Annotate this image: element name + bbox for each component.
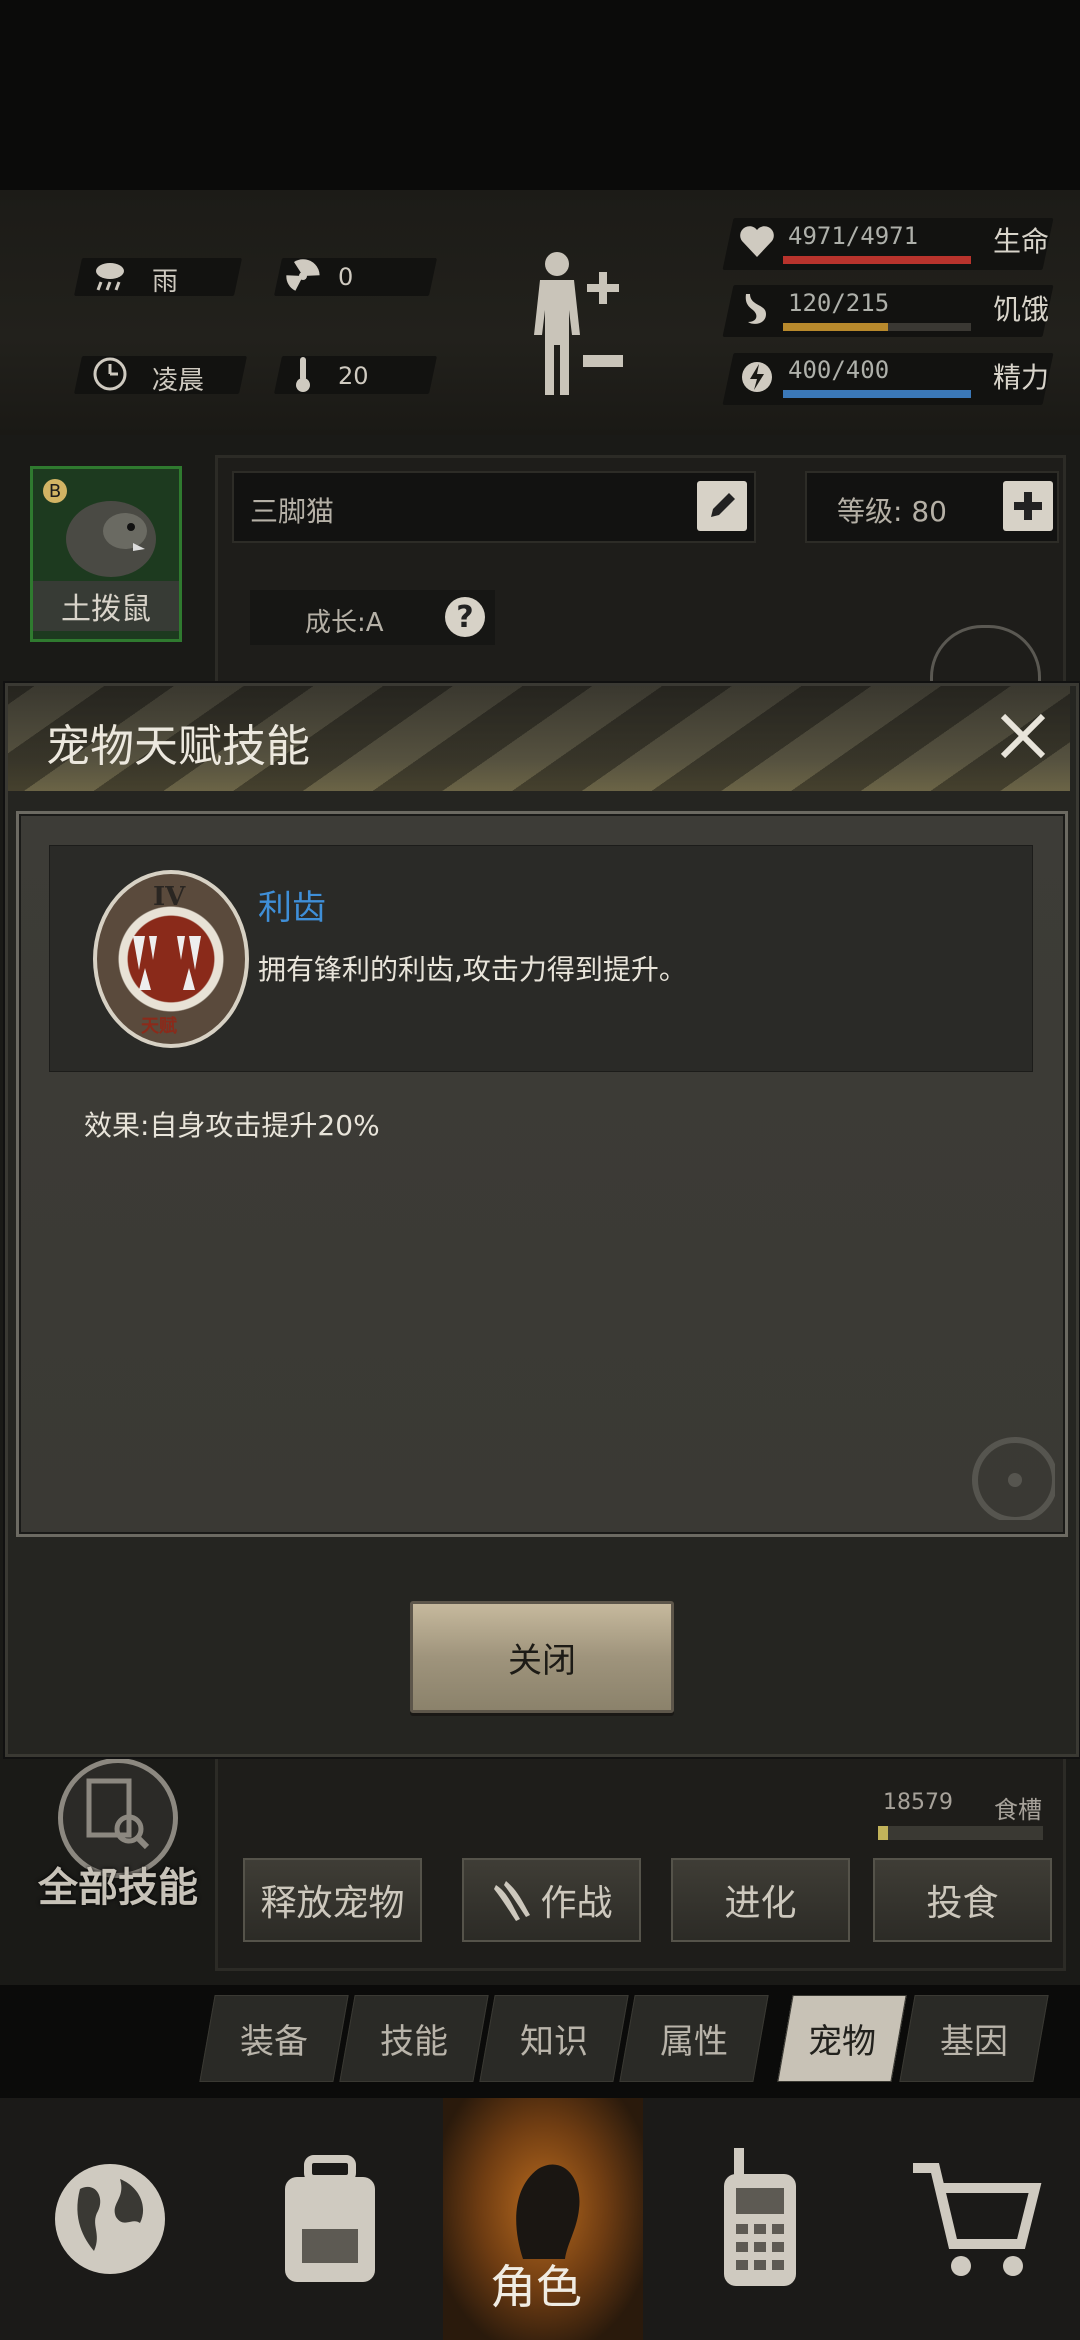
close-icon[interactable] [995, 708, 1051, 764]
skill-tag: 天赋 [141, 1016, 177, 1037]
radiation-watermark-icon [905, 1370, 1058, 1523]
skill-effect: 效果:自身攻击提升20% [84, 1109, 380, 1142]
skill-description: 拥有锋利的利齿,攻击力得到提升。 [258, 953, 687, 986]
skill-name: 利齿 [258, 888, 326, 928]
fangs-skill-icon: IV 天赋 [93, 870, 249, 1048]
close-button[interactable]: 关闭 [410, 1601, 674, 1713]
skill-rank: IV [153, 882, 186, 912]
modal-title: 宠物天赋技能 [46, 721, 310, 772]
